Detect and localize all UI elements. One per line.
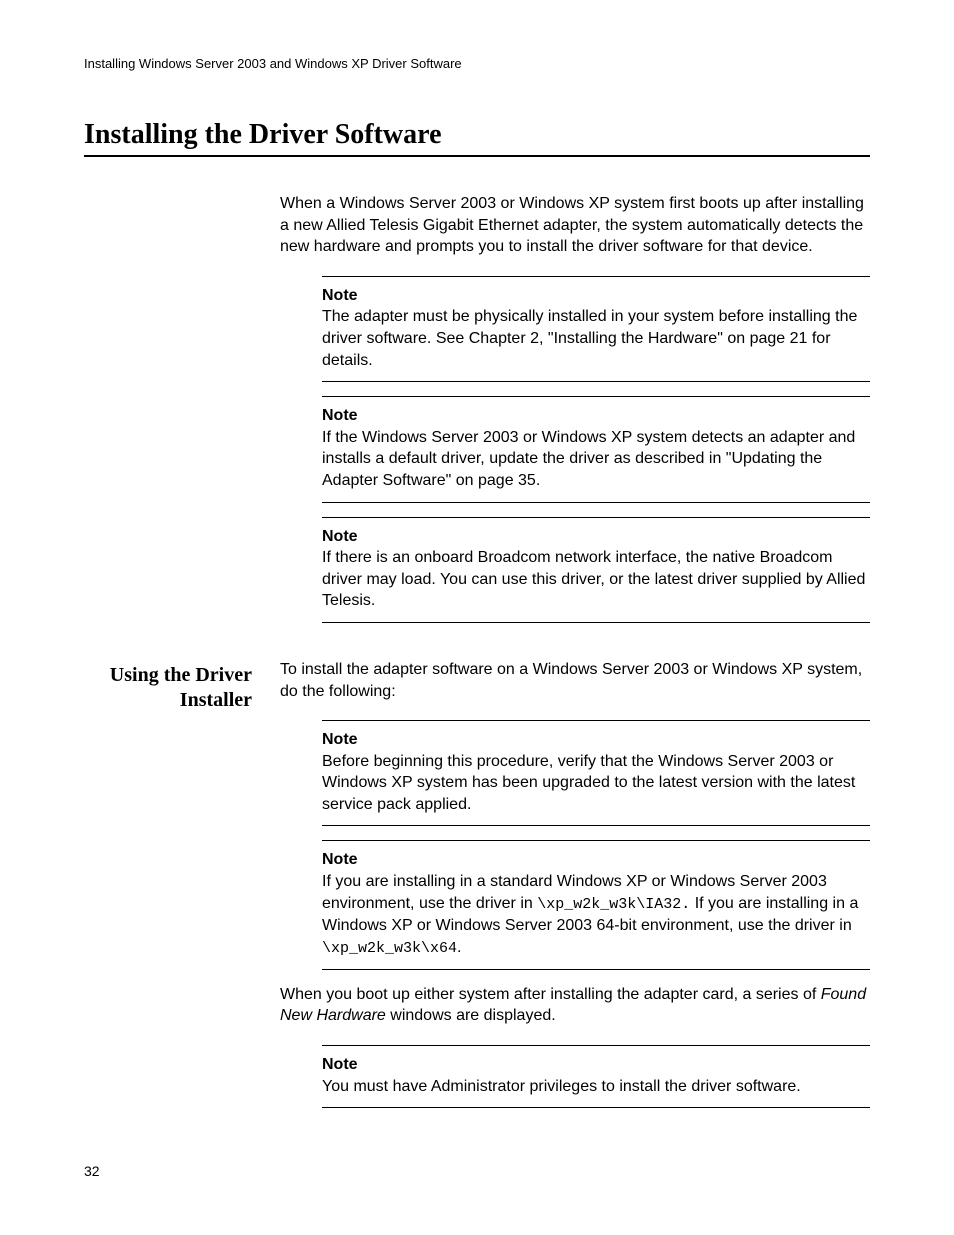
boot-paragraph: When you boot up either system after ins… (280, 984, 870, 1027)
note-label: Note (322, 526, 870, 548)
intro-paragraph: When a Windows Server 2003 or Windows XP… (280, 193, 870, 258)
page: Installing Windows Server 2003 and Windo… (0, 0, 954, 1235)
note-text: If you are installing in a standard Wind… (322, 871, 870, 959)
note-block-1: Note The adapter must be physically inst… (322, 276, 870, 382)
section-title: Installing the Driver Software (84, 119, 870, 157)
install-paragraph: To install the adapter software on a Win… (280, 659, 870, 702)
note-label: Note (322, 405, 870, 427)
note-text: You must have Administrator privileges t… (322, 1076, 870, 1098)
note-block-5: Note If you are installing in a standard… (322, 840, 870, 969)
page-number: 32 (84, 1163, 100, 1179)
note-label: Note (322, 849, 870, 871)
note5-post: . (457, 939, 461, 956)
note-text: If the Windows Server 2003 or Windows XP… (322, 427, 870, 492)
intro-block: When a Windows Server 2003 or Windows XP… (84, 193, 870, 637)
note-text: If there is an onboard Broadcom network … (322, 547, 870, 612)
driver-path-2: \xp_w2k_w3k\x64 (322, 940, 457, 957)
note-label: Note (322, 1054, 870, 1076)
running-header: Installing Windows Server 2003 and Windo… (84, 56, 870, 71)
driver-path-1: \xp_w2k_w3k\IA32. (537, 896, 690, 913)
note-label: Note (322, 729, 870, 751)
installer-block: Using the Driver Installer To install th… (84, 659, 870, 1122)
note-text: Before beginning this procedure, verify … (322, 751, 870, 816)
note-label: Note (322, 285, 870, 307)
boot-post: windows are displayed. (386, 1007, 556, 1024)
note-text: The adapter must be physically installed… (322, 306, 870, 371)
note-block-4: Note Before beginning this procedure, ve… (322, 720, 870, 826)
note-block-6: Note You must have Administrator privile… (322, 1045, 870, 1108)
boot-pre: When you boot up either system after ins… (280, 986, 821, 1003)
note-block-2: Note If the Windows Server 2003 or Windo… (322, 396, 870, 502)
subheading: Using the Driver Installer (84, 663, 252, 713)
note-block-3: Note If there is an onboard Broadcom net… (322, 517, 870, 623)
